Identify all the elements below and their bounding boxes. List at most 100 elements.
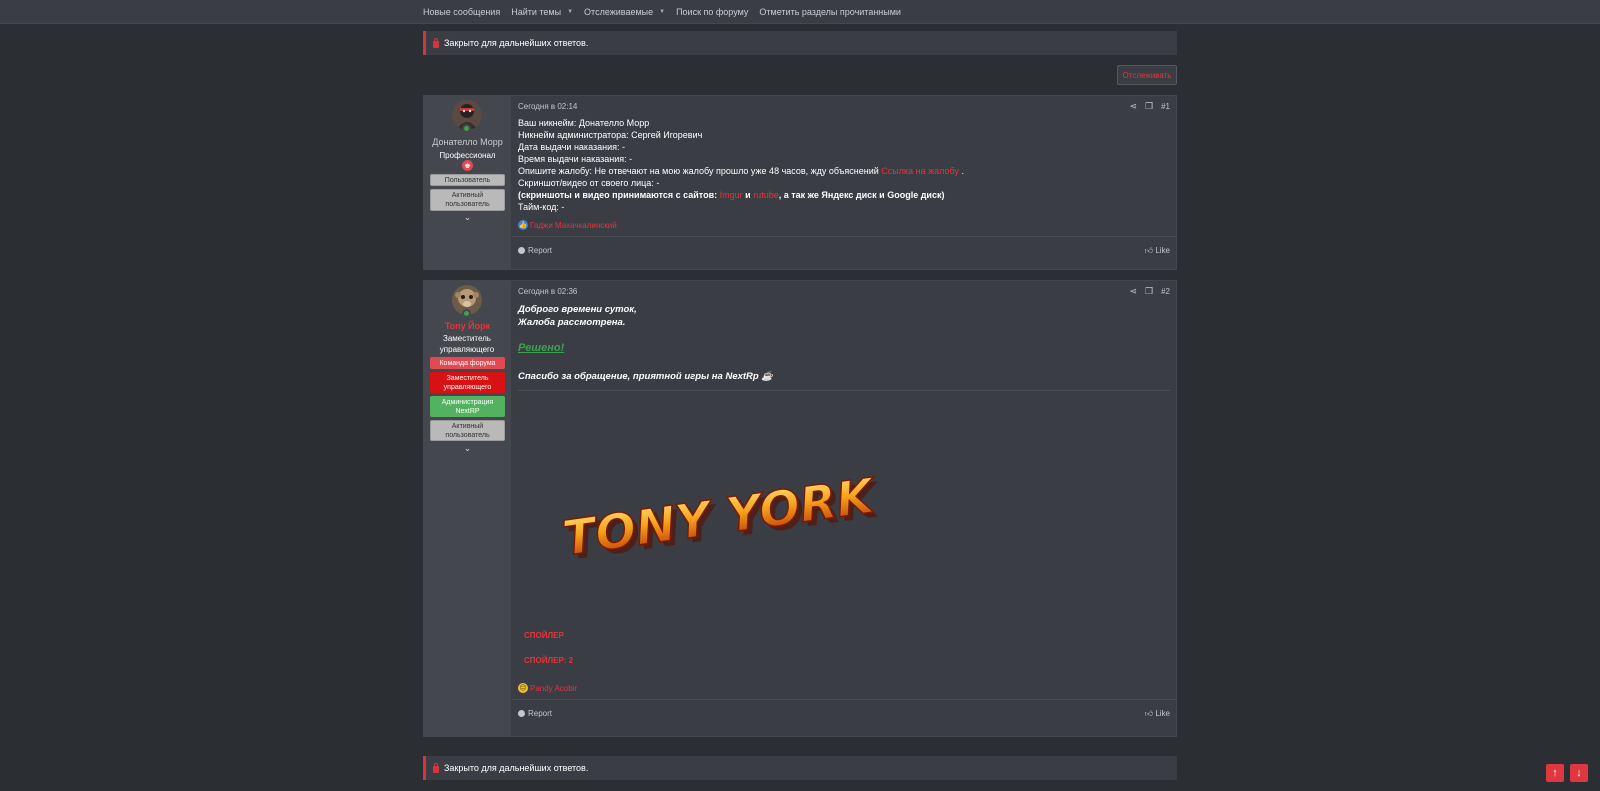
report-icon <box>518 710 525 717</box>
user-banner: Активный пользователь <box>430 189 505 211</box>
signature-image: TONY YORK TONY YORK <box>558 467 885 571</box>
caret-down-icon: ▼ <box>659 9 666 15</box>
arrow-down-icon: ↓ <box>1576 767 1582 779</box>
post-tools: ⋖ ❒ #2 <box>1121 286 1170 297</box>
post-line: Жалоба рассмотрена. <box>518 317 626 328</box>
nav-item-label: Найти темы <box>511 7 562 17</box>
post-line: Тайм-код: - <box>518 202 565 212</box>
post-line-text: . <box>958 166 964 176</box>
user-banner: Активный пользователь <box>430 420 505 441</box>
report-icon <box>518 247 525 254</box>
like-icon: 👍 <box>518 220 528 230</box>
post-1-content: Сегодня в 02:14 ⋖ ❒ #1 Ваш никнейм: Дона… <box>512 96 1176 269</box>
post-date[interactable]: Сегодня в 02:14 <box>518 102 577 111</box>
like-button[interactable]: 👍︎ Like <box>1145 246 1170 256</box>
scroll-to-top-button[interactable]: ↑ <box>1546 764 1564 782</box>
post-tools: ⋖ ❒ #1 <box>1121 101 1170 112</box>
chevron-down-icon[interactable]: ⌄ <box>424 443 511 454</box>
locked-notice-text: Закрыто для дальнейших ответов. <box>444 763 589 773</box>
like-button[interactable]: 👍︎ Like <box>1145 709 1170 719</box>
reaction-user[interactable]: Гаджи Махачкалинский <box>530 221 617 230</box>
thread-locked-notice: Закрыто для дальнейших ответов. <box>423 31 1177 55</box>
trophy-icon: ♚ <box>462 160 473 171</box>
complaint-link[interactable]: Ссылка на жалобу <box>881 166 959 176</box>
thumbs-up-icon: 👍︎ <box>1144 246 1154 255</box>
post-2-user-info: Tony Йорк Заместитель управляющего Коман… <box>424 281 511 736</box>
nav-item[interactable]: Отметить разделы прочитанными <box>759 7 901 17</box>
username[interactable]: Донателло Морр <box>424 137 511 147</box>
user-banner: Заместитель управляющего <box>430 372 505 393</box>
imgur-link[interactable]: Imgur <box>720 190 743 200</box>
user-banner: Пользователь <box>430 174 505 186</box>
nav-item-label: Поиск по форуму <box>676 7 749 17</box>
username[interactable]: Tony Йорк <box>424 321 511 331</box>
post-line: Доброго времени суток, <box>518 304 637 315</box>
reaction-summary: ☹ Pandy Acobir <box>518 683 577 693</box>
lock-icon <box>433 762 439 773</box>
post-line-text: и <box>742 190 754 200</box>
scroll-to-bottom-button[interactable]: ↓ <box>1570 764 1588 782</box>
post-1: Донателло Морр Профессионал ♚ Пользовате… <box>423 95 1177 270</box>
locked-notice-text: Закрыто для дальнейших ответов. <box>444 38 589 48</box>
bookmark-icon[interactable]: ❒ <box>1145 286 1153 297</box>
thumbs-up-icon: 👍︎ <box>1144 709 1154 718</box>
nav-item-label: Новые сообщения <box>423 7 501 17</box>
post-2-content: Сегодня в 02:36 ⋖ ❒ #2 Доброго времени с… <box>512 281 1176 736</box>
top-navigation: Новые сообщения Найти темы ▼ Отслеживаемые ▼… <box>0 0 1600 24</box>
post-2: Tony Йорк Заместитель управляющего Коман… <box>423 280 1177 737</box>
report-label: Report <box>528 246 553 255</box>
user-banner: Команда форума <box>430 357 505 369</box>
nav-item-label: Отметить разделы прочитанными <box>759 7 901 17</box>
online-status-icon <box>462 309 471 318</box>
spoiler-button[interactable]: СПОЙЛЕР <box>524 631 564 640</box>
bookmark-icon[interactable]: ❒ <box>1145 101 1153 112</box>
user-banner: Администрация NextRP <box>430 396 505 417</box>
reaction-user[interactable]: Pandy Acobir <box>530 684 577 693</box>
arrow-up-icon: ↑ <box>1552 767 1558 779</box>
post-number[interactable]: #1 <box>1161 102 1170 111</box>
post-1-user-info: Донателло Морр Профессионал ♚ Пользовате… <box>424 96 511 269</box>
user-title: Заместитель управляющего <box>439 334 495 354</box>
post-line: (скриншоты и видео принимаются с сайтов:… <box>518 190 944 200</box>
thread-locked-notice: Закрыто для дальнейших ответов. <box>423 756 1177 780</box>
post-line-text: (скриншоты и видео принимаются с сайтов: <box>518 190 720 200</box>
like-label: Like <box>1155 709 1170 718</box>
share-icon[interactable]: ⋖ <box>1129 286 1137 297</box>
resolved-status: Решено! <box>518 342 565 354</box>
post-line: Опишите жалобу: Не отвечают на мою жалоб… <box>518 166 964 176</box>
sad-face-icon: ☹ <box>518 683 528 693</box>
like-label: Like <box>1155 246 1170 255</box>
chevron-down-icon[interactable]: ⌄ <box>424 212 511 223</box>
signature-text: TONY YORK <box>559 468 881 568</box>
nav-item-label: Отслеживаемые <box>584 7 654 17</box>
watch-thread-button[interactable]: Отслеживать <box>1117 65 1177 85</box>
post-footer: Report 👍︎ Like <box>512 236 1176 264</box>
post-line: Время выдачи наказания: - <box>518 154 633 164</box>
report-button[interactable]: Report <box>518 246 552 255</box>
nav-list: Новые сообщения Найти темы ▼ Отслеживаемые ▼… <box>423 0 912 24</box>
nav-item[interactable]: Отслеживаемые ▼ <box>584 7 665 17</box>
post-number[interactable]: #2 <box>1161 287 1170 296</box>
nav-item[interactable]: Найти темы ▼ <box>511 7 573 17</box>
nav-item[interactable]: Поиск по форуму <box>676 7 748 17</box>
signature-divider <box>518 390 1170 391</box>
online-status-icon <box>462 124 471 133</box>
nav-item[interactable]: Новые сообщения <box>423 7 500 17</box>
post-line: Спасибо за обращение, приятной игры на N… <box>518 371 774 382</box>
post-date[interactable]: Сегодня в 02:36 <box>518 287 577 296</box>
report-button[interactable]: Report <box>518 709 552 718</box>
post-line-text: Опишите жалобу: Не отвечают на мою жалоб… <box>518 166 882 176</box>
report-label: Report <box>528 709 553 718</box>
post-footer: Report 👍︎ Like <box>512 699 1176 727</box>
rutube-link[interactable]: rutube <box>753 190 779 200</box>
post-line: Дата выдачи наказания: - <box>518 142 625 152</box>
lock-icon <box>433 37 439 48</box>
post-line-text: , а так же Яндекс диск и Google диск) <box>778 190 945 200</box>
post-line: Скриншот/видео от своего лица: - <box>518 178 660 188</box>
share-icon[interactable]: ⋖ <box>1129 101 1137 112</box>
spoiler-button[interactable]: СПОЙЛЕР: 2 <box>524 656 573 665</box>
post-line: Ваш никнейм: Донателло Морр <box>518 118 650 128</box>
post-line: Никнейм администратора: Сергей Игоревич <box>518 130 703 140</box>
reaction-summary: 👍 Гаджи Махачкалинский <box>518 220 617 230</box>
caret-down-icon: ▼ <box>567 9 574 15</box>
